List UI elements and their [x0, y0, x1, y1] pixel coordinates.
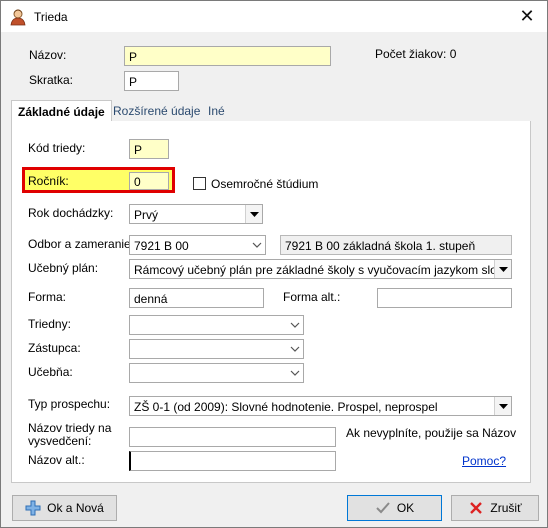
- nazov-vysvedcenie-hint: Ak nevyplníte, použije sa Názov: [346, 426, 517, 440]
- triedny-label: Triedny:: [28, 317, 71, 331]
- ucebna-label: Učebňa:: [28, 365, 73, 379]
- chevron-down-icon: [286, 340, 303, 358]
- chevron-down-icon: [286, 364, 303, 382]
- chevron-down-icon: [494, 397, 511, 415]
- kod-triedy-input[interactable]: P: [129, 139, 169, 159]
- forma-label: Forma:: [28, 290, 67, 304]
- nazov-alt-label: Názov alt.:: [28, 453, 85, 467]
- tab-rozsirene-udaje[interactable]: Rozšírené údaje: [107, 100, 206, 122]
- tab-ine[interactable]: Iné: [202, 100, 231, 122]
- forma-alt-input[interactable]: [377, 288, 512, 308]
- ucebna-select[interactable]: [129, 363, 304, 383]
- ok-label: OK: [396, 501, 415, 515]
- odbor-description: 7921 B 00 základná škola 1. stupeň: [280, 235, 512, 255]
- rok-dochadzky-select[interactable]: Prvý: [129, 204, 263, 224]
- odbor-label: Odbor a zameranie:: [28, 237, 135, 251]
- forma-input[interactable]: denná: [129, 288, 264, 308]
- osemrocne-label: Osemročné štúdium: [211, 177, 319, 191]
- ok-a-nova-button[interactable]: Ok a Nová: [12, 495, 117, 521]
- close-icon: ✕: [519, 6, 535, 26]
- rok-dochadzky-label: Rok dochádzky:: [28, 206, 114, 220]
- typ-prospechu-select[interactable]: ZŠ 0-1 (od 2009): Slovné hodnotenie. Pro…: [129, 396, 512, 416]
- skratka-label: Skratka:: [29, 73, 74, 87]
- nazov-vysvedcenie-label-2: vysvedčení:: [28, 434, 92, 448]
- plus-icon: [25, 500, 41, 516]
- rocnik-input[interactable]: 0: [129, 172, 169, 190]
- help-link[interactable]: Pomoc?: [462, 454, 506, 468]
- forma-alt-label: Forma alt.:: [283, 290, 341, 304]
- chevron-down-icon: [245, 205, 262, 223]
- ok-button[interactable]: OK: [347, 495, 442, 521]
- ok-a-nova-label: Ok a Nová: [47, 501, 104, 515]
- title-bar: Trieda ✕: [1, 1, 547, 32]
- triedny-select[interactable]: [129, 315, 304, 335]
- zrusit-label: Zrušiť: [490, 501, 522, 515]
- rok-dochadzky-value: Prvý: [134, 208, 158, 222]
- zrusit-button[interactable]: Zrušiť: [451, 495, 539, 521]
- user-icon: [10, 8, 28, 26]
- tab-zakladne-udaje[interactable]: Základné údaje: [11, 100, 112, 123]
- rocnik-label: Ročník:: [28, 174, 69, 188]
- x-icon: [468, 500, 484, 516]
- nazov-label: Názov:: [29, 48, 67, 62]
- chevron-down-icon: [494, 260, 511, 278]
- typ-prospechu-value: ZŠ 0-1 (od 2009): Slovné hodnotenie. Pro…: [134, 400, 438, 414]
- odbor-select[interactable]: 7921 B 00: [129, 235, 266, 255]
- ucebny-plan-select[interactable]: Rámcový učebný plán pre základné školy s…: [129, 259, 512, 279]
- zastupca-select[interactable]: [129, 339, 304, 359]
- nazov-input[interactable]: P: [124, 46, 331, 66]
- kod-triedy-label: Kód triedy:: [28, 141, 86, 155]
- close-button[interactable]: ✕: [507, 1, 547, 32]
- nazov-vysvedcenie-label-1: Názov triedy na: [28, 421, 112, 435]
- nazov-alt-input[interactable]: [129, 451, 336, 471]
- ucebny-plan-value: Rámcový učebný plán pre základné školy s…: [134, 263, 512, 277]
- pocet-ziakov: Počet žiakov: 0: [375, 47, 457, 61]
- zastupca-label: Zástupca:: [28, 341, 81, 355]
- osemrocne-checkbox[interactable]: [193, 177, 206, 190]
- chevron-down-icon: [248, 236, 265, 254]
- window-title: Trieda: [34, 10, 68, 24]
- check-icon: [375, 500, 391, 516]
- odbor-value: 7921 B 00: [134, 239, 189, 253]
- ucebny-plan-label: Učebný plán:: [28, 261, 99, 275]
- typ-prospechu-label: Typ prospechu:: [28, 397, 111, 411]
- nazov-vysvedcenie-input[interactable]: [129, 427, 336, 447]
- skratka-input[interactable]: P: [124, 71, 179, 91]
- dialog-window: Trieda ✕ Názov: P Počet žiakov: 0 Skratk…: [0, 0, 548, 528]
- chevron-down-icon: [286, 316, 303, 334]
